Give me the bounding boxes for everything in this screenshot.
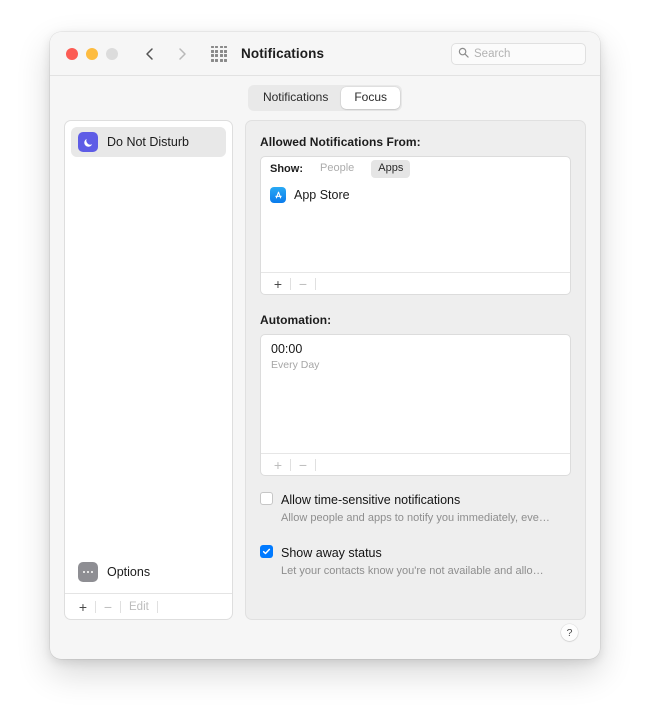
tab-focus[interactable]: Focus <box>341 86 401 110</box>
checkbox-description: Let your contacts know you're not availa… <box>281 565 544 578</box>
automation-items: 00:00 Every Day <box>261 335 570 453</box>
automation-listbox: 00:00 Every Day + − <box>260 334 571 476</box>
traffic-lights <box>66 47 118 60</box>
title-bar: Notifications <box>50 32 600 76</box>
content-area: Do Not Disturb Options + − Edit Allowed … <box>64 120 586 620</box>
focus-list: Do Not Disturb <box>65 121 232 551</box>
focus-detail-panel: Allowed Notifications From: Show: People… <box>245 120 586 620</box>
tab-segmented-control: Notifications Focus <box>247 84 403 112</box>
focus-sidebar: Do Not Disturb Options + − Edit <box>64 120 233 620</box>
allowed-notifications-label: Allowed Notifications From: <box>260 135 421 149</box>
moon-icon <box>78 132 98 152</box>
page-title: Notifications <box>241 46 325 61</box>
automation-label: Automation: <box>260 313 332 327</box>
back-chevron-icon[interactable] <box>143 47 157 61</box>
show-label: Show: <box>270 163 303 175</box>
add-allowed-app-button[interactable]: + <box>266 273 290 295</box>
tab-bar: Notifications Focus <box>50 76 600 120</box>
sidebar-footer: + − Edit <box>65 593 232 619</box>
add-focus-button[interactable]: + <box>71 596 95 618</box>
sidebar-item-options[interactable]: Options <box>71 557 226 587</box>
minimize-button[interactable] <box>86 47 98 60</box>
checkbox-label: Allow time-sensitive notifications <box>281 493 461 507</box>
tab-notifications[interactable]: Notifications <box>250 87 341 110</box>
list-item-label: App Store <box>294 188 350 202</box>
remove-automation-button: − <box>298 456 308 473</box>
allowed-apps-footer: + − <box>261 272 570 294</box>
close-button[interactable] <box>66 47 78 60</box>
checkbox-group: Allow time-sensitive notifications Allow… <box>260 491 571 578</box>
help-button[interactable]: ? <box>561 624 578 641</box>
preferences-window: Notifications Notifications Focus Do Not… <box>50 32 600 659</box>
grid-icon[interactable] <box>211 45 227 62</box>
footer-divider <box>315 458 316 471</box>
checkbox-checked-icon[interactable] <box>260 545 273 559</box>
checkbox-row-time-sensitive[interactable]: Allow time-sensitive notifications Allow… <box>260 491 571 525</box>
automation-time: 00:00 <box>271 342 303 356</box>
add-automation-button[interactable]: + <box>266 454 290 476</box>
sidebar-item-label: Do Not Disturb <box>107 135 189 149</box>
edit-button: Edit <box>129 600 149 613</box>
checkbox-row-away-status[interactable]: Show away status Let your contacts know … <box>260 544 571 578</box>
forward-chevron-icon <box>175 47 189 61</box>
search-icon <box>458 45 469 63</box>
show-filter-row: Show: People Apps <box>261 157 570 181</box>
ellipsis-icon <box>78 562 98 582</box>
show-segment-apps[interactable]: Apps <box>371 159 411 179</box>
checkbox-unchecked-icon[interactable] <box>260 492 273 505</box>
list-item[interactable]: 00:00 Every Day <box>271 342 560 371</box>
sidebar-item-do-not-disturb[interactable]: Do Not Disturb <box>71 127 226 157</box>
nav-buttons <box>143 47 189 61</box>
automation-repeat: Every Day <box>271 358 320 371</box>
list-item[interactable]: App Store <box>270 183 561 207</box>
options-label: Options <box>107 565 151 579</box>
app-store-icon <box>270 187 286 203</box>
remove-focus-button: − <box>103 598 113 615</box>
footer-divider <box>315 277 316 290</box>
search-field[interactable] <box>451 43 586 65</box>
checkbox-label: Show away status <box>281 546 382 561</box>
footer-divider <box>156 600 158 613</box>
show-segment-people[interactable]: People <box>313 160 361 178</box>
checkbox-description: Allow people and apps to notify you imme… <box>281 512 550 524</box>
zoom-button <box>106 47 118 60</box>
allowed-apps-items: App Store <box>261 181 570 272</box>
options-row-wrap: Options <box>65 551 232 593</box>
remove-allowed-app-button: − <box>298 275 308 292</box>
search-input[interactable] <box>474 48 574 60</box>
automation-footer: + − <box>261 453 570 475</box>
allowed-apps-listbox: Show: People Apps App Store + − <box>260 156 571 295</box>
